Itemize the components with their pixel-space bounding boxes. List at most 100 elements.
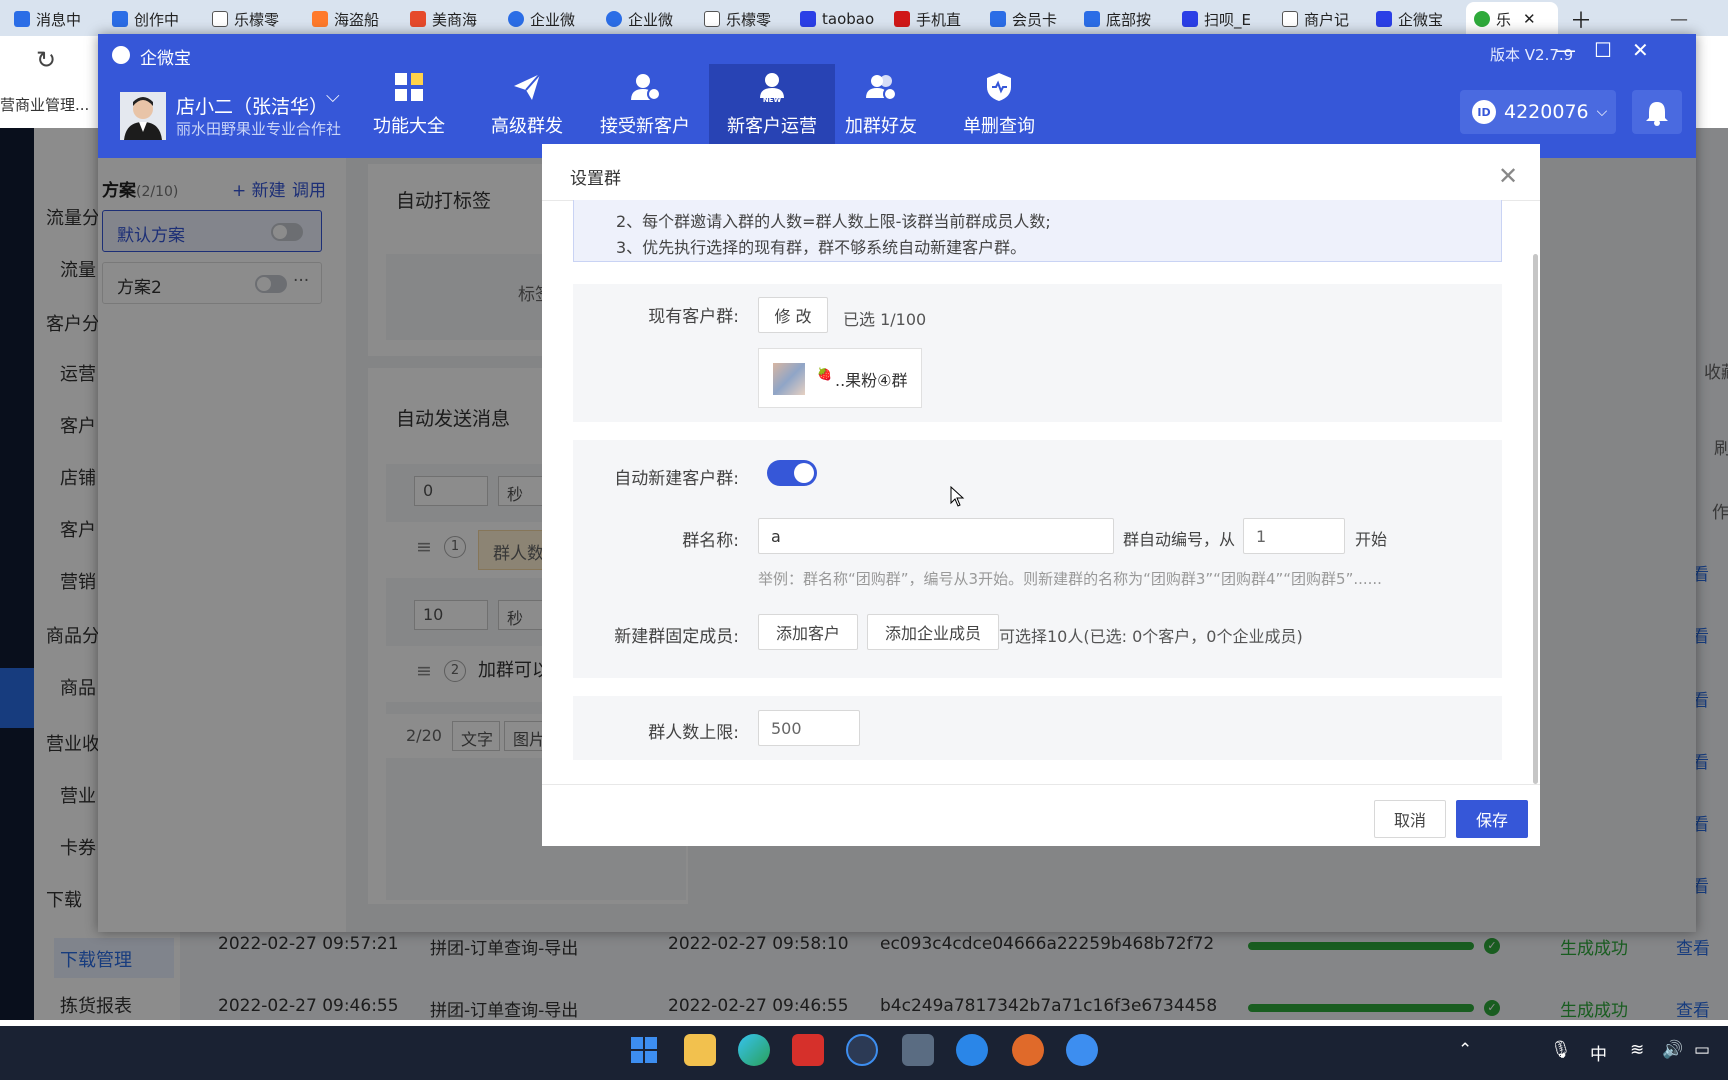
- nav-label: 单删查询: [963, 116, 1035, 137]
- wps-icon[interactable]: [792, 1034, 824, 1066]
- user-name[interactable]: 店小二（张洁华）: [176, 92, 328, 119]
- group-add-icon: [866, 75, 897, 101]
- battery-icon[interactable]: ▭: [1694, 1040, 1710, 1060]
- nav-label: 接受新客户: [600, 116, 690, 137]
- browser-tab[interactable]: 乐檬零: [704, 6, 790, 32]
- user-new-icon: NEW: [760, 73, 784, 104]
- qiweibao-app-window: 企微宝 版本 V2.7.9 — ☐ ✕ 店小二（张洁华） ⌵ 丽水田野果业专业合…: [98, 34, 1696, 932]
- fixed-members-hint: 可选择10人(已选: 0个客户，0个企业成员): [999, 627, 1303, 646]
- browser-tab[interactable]: 企业微: [606, 6, 692, 32]
- tab-favicon-icon: [508, 11, 524, 27]
- browser-tab[interactable]: 企业微: [508, 6, 594, 32]
- microphone-icon[interactable]: 🎙: [1550, 1040, 1572, 1060]
- tab-favicon-icon: [894, 11, 910, 27]
- nav-function-all[interactable]: 功能大全: [346, 64, 472, 158]
- volume-icon[interactable]: 🔊: [1662, 1040, 1683, 1060]
- nav-label: 功能大全: [373, 116, 445, 137]
- chevron-down-icon: ⌵: [1596, 104, 1608, 120]
- cancel-button[interactable]: 取消: [1374, 800, 1446, 838]
- tab-favicon-icon: [410, 11, 426, 27]
- dialog-title: 设置群: [570, 169, 621, 189]
- id-badge: ID: [1472, 100, 1496, 124]
- tab-favicon-icon: [212, 11, 228, 27]
- strawberry-icon: 🍓: [817, 367, 832, 381]
- reload-icon[interactable]: ↻: [36, 46, 56, 74]
- tab-favicon-icon: [704, 11, 720, 27]
- chevron-up-icon[interactable]: ⌃: [1458, 1040, 1472, 1060]
- naming-example: 举例：群名称“团购群”，编号从3开始。则新建群的名称为“团购群3”“团购群4”“…: [758, 570, 1382, 588]
- browser-tab[interactable]: 商户记: [1282, 6, 1370, 32]
- calculator-icon[interactable]: [902, 1034, 934, 1066]
- close-icon[interactable]: ✕: [1498, 162, 1518, 190]
- browser-tab[interactable]: 手机直: [894, 6, 986, 32]
- file-explorer-icon[interactable]: [684, 1034, 716, 1066]
- notice-line: 2、每个群邀请入群的人数=群人数上限-该群当前群成员人数;: [616, 212, 1051, 231]
- feishu-icon[interactable]: [956, 1034, 988, 1066]
- auto-create-toggle[interactable]: [767, 460, 817, 486]
- notification-button[interactable]: [1632, 90, 1682, 134]
- browser-tab-active[interactable]: 乐 ✕: [1466, 2, 1558, 36]
- tab-favicon-icon: [1282, 11, 1298, 27]
- existing-group-label: 现有客户群:: [648, 307, 739, 327]
- nav-label: 新客户运营: [727, 116, 817, 137]
- tab-close-icon[interactable]: ✕: [1523, 10, 1536, 28]
- nav-label: 高级群发: [491, 116, 563, 137]
- group-limit-label: 群人数上限:: [648, 723, 739, 743]
- tab-favicon-icon: [1474, 11, 1490, 27]
- user-company: 丽水田野果业专业合作社: [176, 120, 342, 138]
- qiweibao-taskbar-icon[interactable]: [1066, 1034, 1098, 1066]
- account-id-selector[interactable]: ID 4220076 ⌵: [1460, 90, 1616, 134]
- app-icon[interactable]: [1012, 1034, 1044, 1066]
- maximize-icon[interactable]: ☐: [1594, 38, 1612, 62]
- browser-tab[interactable]: 消息中: [14, 6, 100, 32]
- browser-tab-bar: 消息中 创作中 乐檬零 海盗船 美商海 企业微 企业微 乐檬零 taobao 手…: [0, 0, 1728, 36]
- tab-favicon-icon: [312, 11, 328, 27]
- set-group-dialog: 设置群 ✕ 2、每个群邀请入群的人数=群人数上限-该群当前群成员人数; 3、优先…: [542, 144, 1540, 846]
- dialog-scrollbar[interactable]: [1533, 254, 1538, 784]
- browser-tab[interactable]: 创作中: [112, 6, 198, 32]
- auto-create-section: 自动新建客户群: 群名称: a 群自动编号，从 1 开始 举例：群名称“团购群”…: [573, 440, 1502, 678]
- minimize-browser-icon[interactable]: —: [1670, 6, 1696, 32]
- qiwei-chat-icon[interactable]: [846, 1034, 878, 1066]
- windows-start-icon[interactable]: [628, 1034, 660, 1066]
- divider: [542, 784, 1540, 785]
- ime-indicator[interactable]: 中: [1590, 1040, 1607, 1065]
- shield-icon: [987, 73, 1011, 101]
- tab-favicon-icon: [800, 11, 816, 27]
- modify-button[interactable]: 修 改: [758, 297, 828, 333]
- edge-browser-icon[interactable]: [738, 1034, 770, 1066]
- wifi-icon[interactable]: ≋: [1630, 1040, 1644, 1060]
- app-header: 企微宝 版本 V2.7.9 — ☐ ✕ 店小二（张洁华） ⌵ 丽水田野果业专业合…: [98, 34, 1696, 158]
- close-window-icon[interactable]: ✕: [1632, 38, 1649, 62]
- selected-count: 已选 1/100: [843, 310, 927, 329]
- tab-favicon-icon: [1182, 11, 1198, 27]
- tab-favicon-icon: [14, 11, 30, 27]
- minimize-icon[interactable]: —: [1556, 38, 1576, 62]
- browser-tab[interactable]: 企微宝: [1376, 6, 1464, 32]
- bookmark-item[interactable]: 营商业管理...: [0, 94, 89, 115]
- browser-tab[interactable]: 美商海: [410, 6, 496, 32]
- group-name-input[interactable]: a: [758, 518, 1114, 554]
- browser-tab[interactable]: 乐檬零: [212, 6, 298, 32]
- avatar[interactable]: [120, 92, 166, 140]
- svg-text:NEW: NEW: [763, 96, 782, 104]
- chevron-down-icon[interactable]: ⌵: [326, 86, 340, 107]
- add-member-button[interactable]: 添加企业成员: [867, 614, 999, 650]
- tab-favicon-icon: [990, 11, 1006, 27]
- selected-group-card[interactable]: 🍓 ..果粉④群: [758, 348, 922, 408]
- user-add-icon: [631, 74, 661, 101]
- browser-tab[interactable]: 海盗船: [312, 6, 398, 32]
- group-name: ..果粉④群: [835, 371, 908, 390]
- start-number-input[interactable]: 1: [1243, 518, 1345, 554]
- new-tab-icon[interactable]: ＋: [1570, 6, 1596, 32]
- add-customer-button[interactable]: 添加客户: [758, 614, 858, 650]
- tab-favicon-icon: [1084, 11, 1100, 27]
- browser-tab[interactable]: 底部按: [1084, 6, 1172, 32]
- save-button[interactable]: 保存: [1456, 800, 1528, 838]
- browser-tab[interactable]: 扫呗_E: [1182, 6, 1270, 32]
- nav-label: 加群好友: [845, 116, 917, 137]
- group-limit-input[interactable]: 500: [758, 710, 860, 746]
- browser-tab[interactable]: 会员卡: [990, 6, 1078, 32]
- browser-tab[interactable]: taobao: [800, 6, 890, 32]
- limit-section: 群人数上限: 500: [573, 696, 1502, 760]
